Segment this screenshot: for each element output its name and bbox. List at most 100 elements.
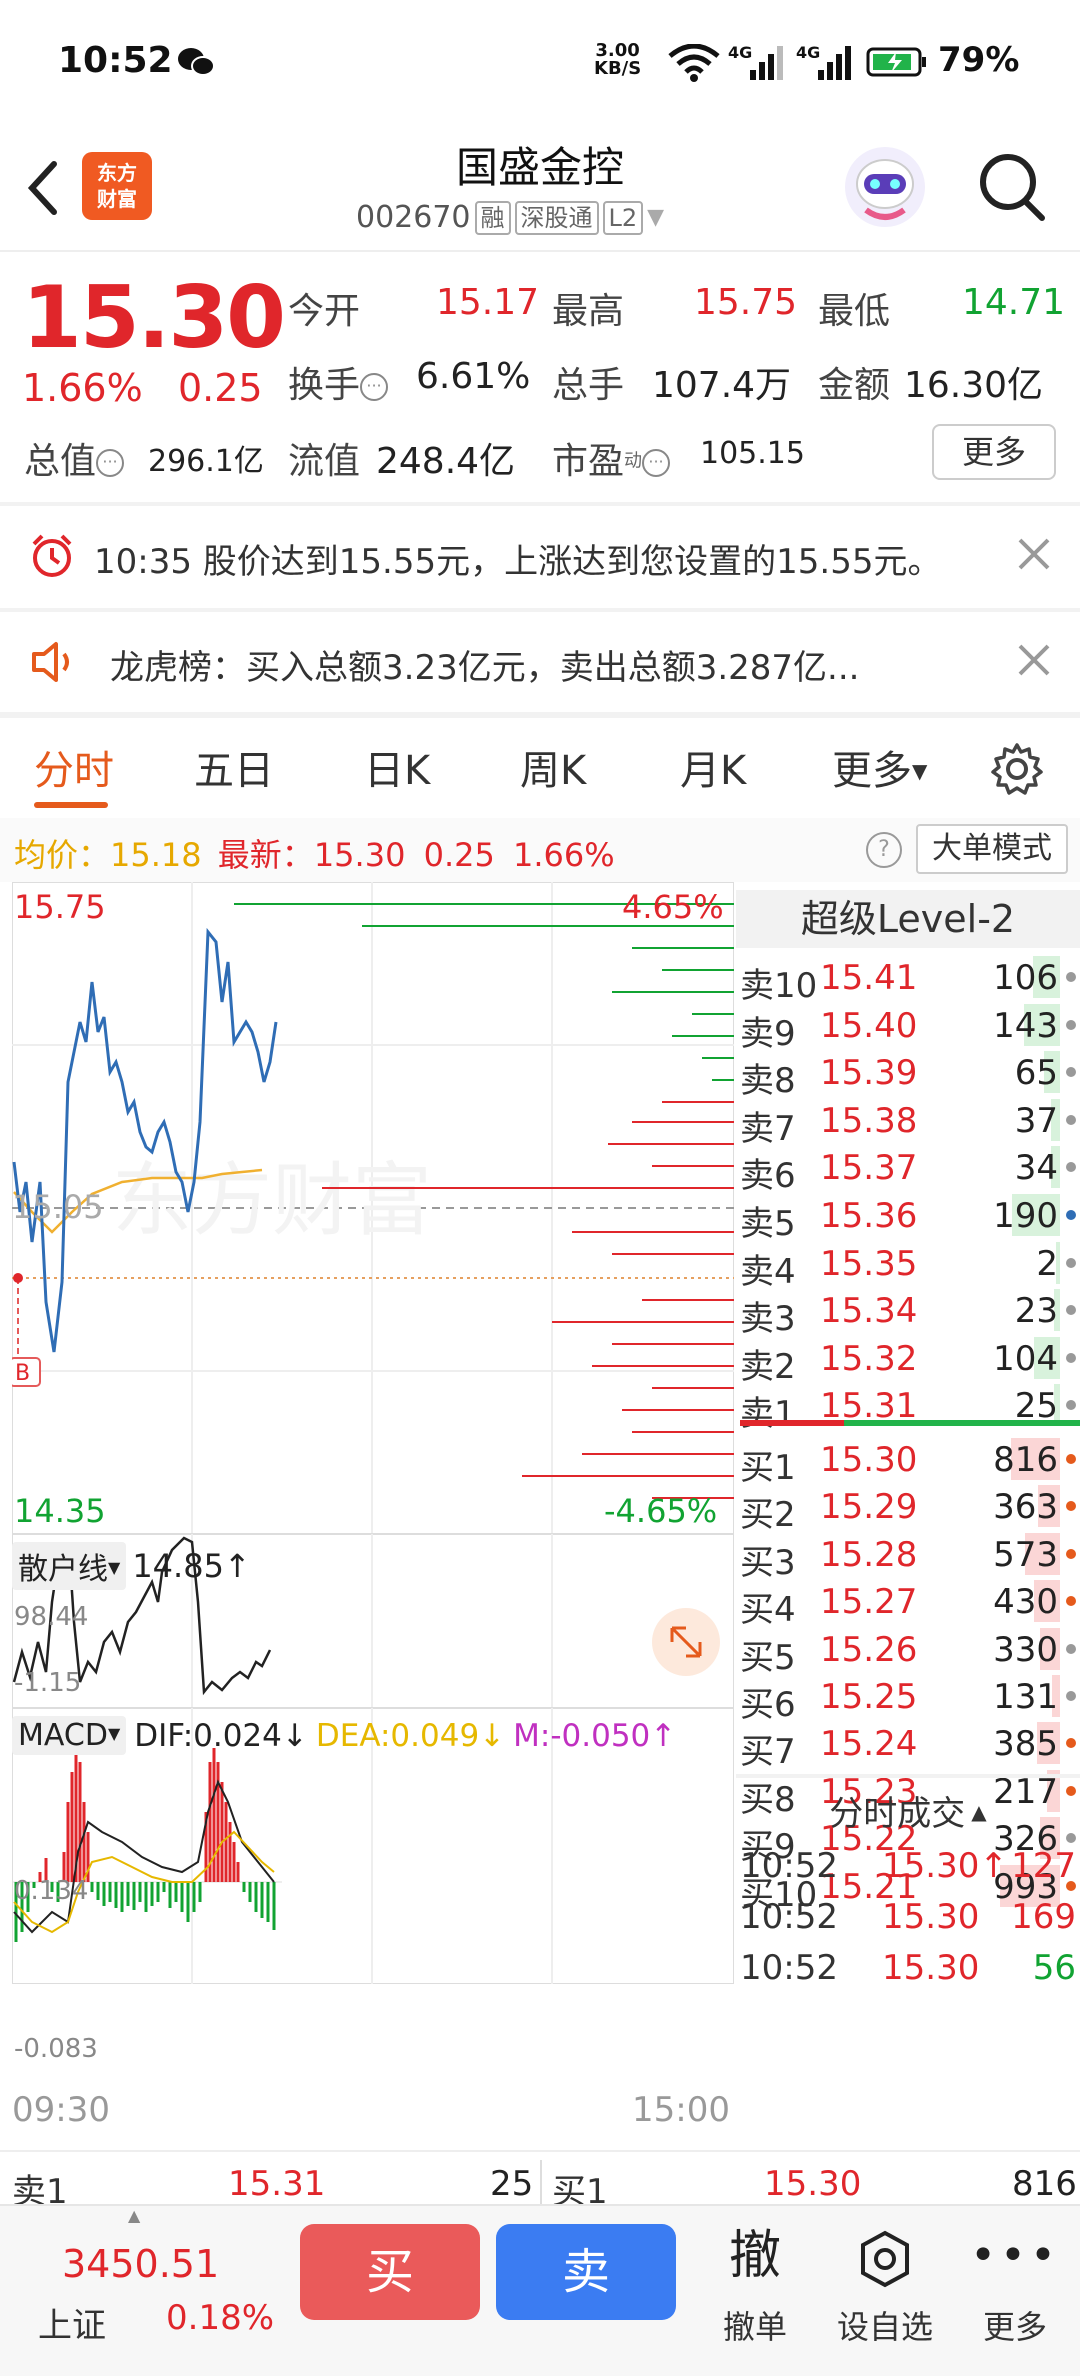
stock-code-row[interactable]: 002670 融 深股通 L2 ▼ (356, 200, 664, 235)
bid-level[interactable]: 买3 15.28 573 (736, 1529, 1080, 1583)
watchlist-label: 设自选 (836, 2308, 933, 2346)
cancel-label: 撤单 (722, 2308, 787, 2346)
ask-volume: 104 (993, 1338, 1058, 1379)
macd-indicator-select[interactable]: MACD▼ (12, 1716, 127, 1755)
index-name[interactable]: 上证 (38, 2298, 106, 2347)
dragon-tiger-notice[interactable]: 龙虎榜：买入总额3.23亿元，卖出总额3.287亿... (0, 612, 1080, 712)
tab-weekly-k[interactable]: 周K (520, 738, 586, 796)
svg-text:4G: 4G (796, 43, 820, 62)
retail-max-tick: 98.44 (14, 1602, 89, 1632)
signal-icon: 4G (728, 43, 783, 80)
low-value: 14.71 (962, 282, 1066, 323)
order-book-title[interactable]: 超级Level-2 (736, 890, 1080, 948)
more-actions-button[interactable]: ••• 更多 (960, 2216, 1070, 2348)
index-percent[interactable]: 0.18% (166, 2298, 274, 2338)
more-dots-icon: ••• (970, 2230, 1060, 2281)
bid-level[interactable]: 买6 15.25 131 (736, 1671, 1080, 1725)
close-icon[interactable] (1016, 642, 1052, 678)
eastmoney-logo[interactable]: 东方 财富 (82, 152, 152, 220)
tab-daily-k[interactable]: 日K (364, 738, 430, 796)
pct-low-tick: -4.65% (604, 1492, 718, 1530)
bid-level[interactable]: 买2 15.29 363 (736, 1481, 1080, 1535)
retail-indicator-select[interactable]: 散户线▼ (12, 1542, 127, 1590)
ask-level[interactable]: 卖6 15.37 34 (736, 1142, 1080, 1196)
ask-price: 15.34 (820, 1291, 918, 1332)
amount-label: 金额 (818, 365, 891, 406)
turnover-label[interactable]: 换手 ··· (288, 356, 389, 408)
help-icon[interactable]: ? (866, 832, 902, 868)
watchlist-icon (861, 2230, 909, 2288)
index-value[interactable]: 3450.51 (62, 2242, 219, 2286)
ask-dot (1066, 1019, 1076, 1030)
tab-more[interactable]: 更多▼ (832, 738, 927, 796)
ask-level[interactable]: 卖2 15.32 104 (736, 1333, 1080, 1387)
search-icon[interactable] (976, 150, 1048, 224)
ask-level[interactable]: 卖5 15.36 190 (736, 1190, 1080, 1244)
wechat-icon (178, 48, 215, 76)
trades-title[interactable]: 分时成交 ▲ (736, 1786, 1080, 1835)
open-value: 15.17 (436, 282, 540, 323)
alarm-clock-icon (32, 534, 72, 577)
ask-price: 15.38 (820, 1100, 918, 1141)
tab-five-day[interactable]: 五日 (194, 738, 274, 796)
alert-text: 10:35 股价达到15.55元，上涨达到您设置的15.55元。 (94, 542, 942, 582)
bid-price: 15.27 (820, 1582, 918, 1623)
tab-intraday[interactable]: 分时 (34, 738, 114, 796)
change-amount: 0.25 (178, 366, 263, 410)
ask-dot (1066, 1352, 1076, 1363)
intraday-chart[interactable]: 东方财富 B 15.75 4.65% 15.05 14.35 -4.65% 散户… (9, 881, 735, 2150)
bid-price: 15.26 (820, 1629, 918, 1670)
bid-price: 15.24 (820, 1724, 918, 1765)
connect-tag: 深股通 (514, 200, 599, 235)
volume-value: 107.4万 (652, 365, 792, 406)
bid-volume: 330 (993, 1629, 1058, 1670)
large-order-mode-button[interactable]: 大单模式 (916, 824, 1068, 874)
market-cap-label[interactable]: 总值 ··· (24, 432, 125, 484)
time-start-tick: 09:30 (12, 2090, 110, 2130)
price-alert-notice[interactable]: 10:35 股价达到15.55元，上涨达到您设置的15.55元。 (0, 506, 1080, 606)
macd-min-tick: -0.083 (14, 2034, 98, 2064)
ask-level[interactable]: 卖9 15.40 143 (736, 1000, 1080, 1054)
info-icon: ··· (96, 449, 125, 477)
add-watchlist-button[interactable]: 设自选 (830, 2216, 940, 2348)
bid-dot (1066, 1691, 1076, 1701)
bid-level[interactable]: 买5 15.26 330 (736, 1624, 1080, 1678)
float-value: 248.4亿 (376, 441, 516, 482)
more-button[interactable]: 更多 (932, 424, 1056, 480)
tab-monthly-k[interactable]: 月K (680, 738, 746, 796)
bottom-action-bar: ▲ 3450.51 上证 0.18% 买 卖 撤 撤单 设自选 ••• 更多 (0, 2204, 1080, 2376)
bid-level[interactable]: 买7 15.24 385 (736, 1718, 1080, 1772)
back-arrow-icon[interactable] (22, 158, 62, 218)
battery-percent: 79% (938, 40, 1020, 80)
bid-level[interactable]: 买4 15.27 430 (736, 1576, 1080, 1630)
caret-down-icon: ▼ (912, 759, 928, 783)
sell-button[interactable]: 卖 (496, 2224, 676, 2320)
ask-level[interactable]: 卖3 15.34 23 (736, 1285, 1080, 1339)
buy-button[interactable]: 买 (300, 2224, 480, 2320)
ask-price: 15.39 (820, 1053, 918, 1094)
ask-level[interactable]: 卖7 15.38 37 (736, 1095, 1080, 1149)
avg-label: 均价： (14, 836, 111, 874)
ask-level[interactable]: 卖4 15.35 2 (736, 1238, 1080, 1292)
bid-volume: 573 (993, 1534, 1058, 1575)
close-icon[interactable] (1016, 536, 1052, 572)
latest-value: 15.30 (313, 836, 406, 874)
chevron-down-icon: ▼ (647, 205, 665, 230)
bid-volume: 430 (993, 1582, 1058, 1623)
ask-level[interactable]: 卖10 15.41 106 (736, 952, 1080, 1006)
ask-level[interactable]: 卖8 15.39 65 (736, 1047, 1080, 1101)
bid-price: 15.28 (820, 1534, 918, 1575)
time-end-tick: 15:00 (632, 2090, 730, 2130)
cancel-order-button[interactable]: 撤 撤单 (700, 2216, 810, 2348)
bid-volume: 131 (993, 1677, 1058, 1717)
caret-up-icon: ▲ (971, 1800, 987, 1824)
bid-volume: 385 (993, 1724, 1058, 1765)
bid-level[interactable]: 买1 15.30 816 (736, 1434, 1080, 1488)
wifi-icon (668, 44, 720, 82)
watermark: 东方财富 (112, 1154, 432, 1247)
ask-dot (1066, 1257, 1076, 1268)
pe-label[interactable]: 市盈动 ··· (552, 432, 671, 484)
trade-row: 10:52 15.30 56 (736, 1942, 1080, 1992)
gear-icon[interactable] (990, 742, 1044, 796)
assistant-robot-icon[interactable] (842, 144, 928, 230)
